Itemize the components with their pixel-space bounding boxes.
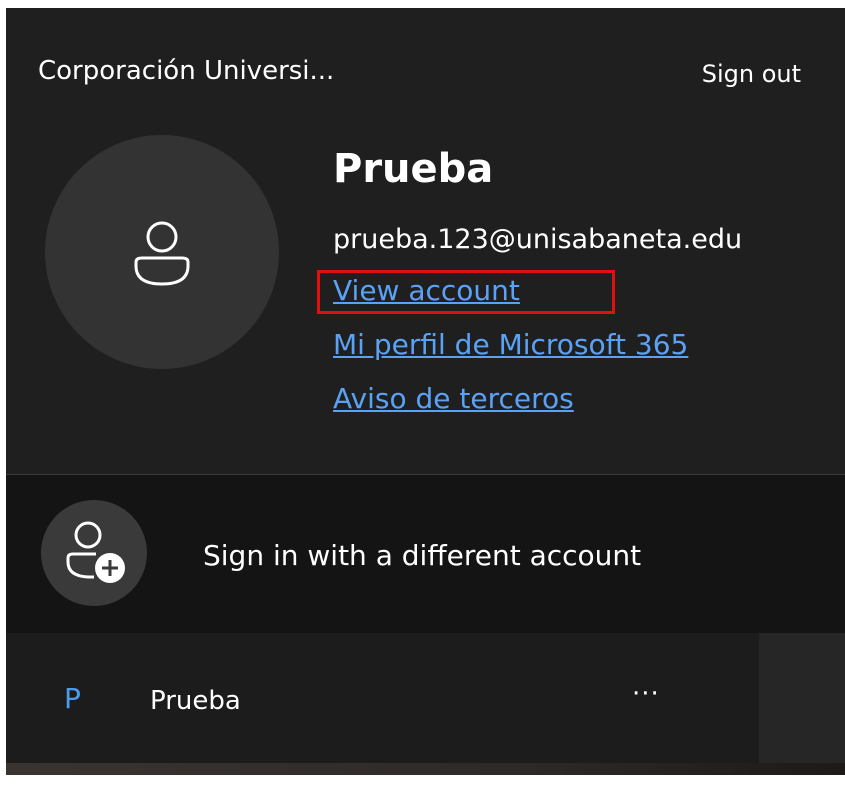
person-add-icon: [66, 521, 125, 583]
more-options-button[interactable]: ···: [632, 679, 660, 709]
highlight-box: [317, 270, 615, 314]
third-party-notice-link[interactable]: Aviso de terceros: [333, 382, 574, 415]
account-manager-panel: Corporación Universi... Sign out Prueba …: [6, 8, 845, 775]
account-email: prueba.123@unisabaneta.edu: [333, 224, 743, 255]
account-name: Prueba: [333, 146, 494, 192]
account-list-name: Prueba: [150, 686, 241, 716]
sign-in-different-account-button[interactable]: Sign in with a different account: [6, 475, 845, 633]
side-panel: [759, 633, 845, 763]
microsoft-365-profile-link[interactable]: Mi perfil de Microsoft 365: [333, 328, 688, 361]
person-icon: [134, 221, 190, 286]
avatar: [45, 135, 279, 369]
account-initial: P: [64, 682, 81, 715]
list-item[interactable]: P Prueba ···: [6, 633, 845, 763]
background-strip: [6, 763, 845, 775]
add-account-avatar: [41, 500, 147, 606]
sign-in-different-account-label: Sign in with a different account: [203, 539, 642, 572]
sign-out-button[interactable]: Sign out: [702, 60, 801, 88]
organization-name: Corporación Universi...: [38, 56, 335, 86]
